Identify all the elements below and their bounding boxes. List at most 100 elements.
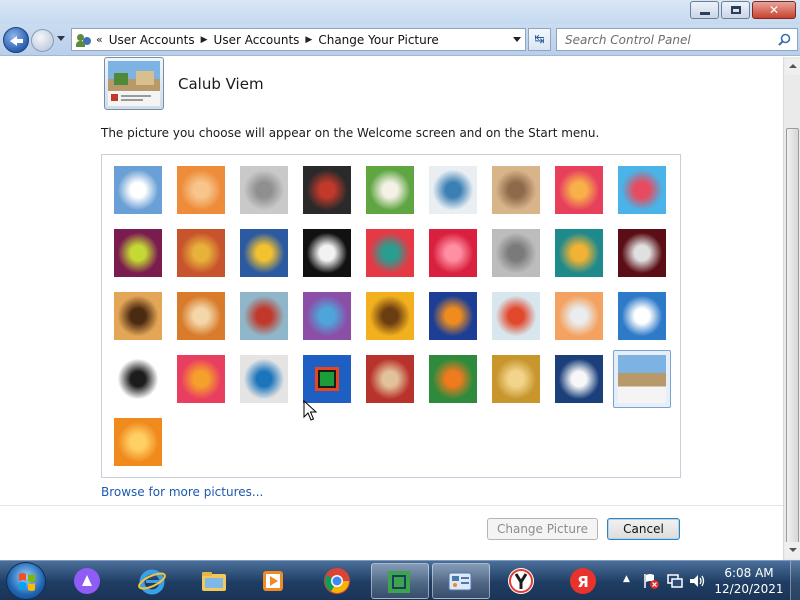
picture-option-butterfly[interactable] [429, 355, 477, 403]
back-button[interactable] [3, 27, 29, 53]
network-icon[interactable] [666, 572, 684, 590]
taskbar-item-alice[interactable] [60, 563, 114, 599]
picture-option-stairs[interactable] [555, 229, 603, 277]
minimize-button[interactable] [690, 1, 719, 19]
picture-option-gerbera[interactable] [114, 418, 162, 466]
scrollbar-thumb[interactable] [786, 128, 799, 544]
internet-explorer-icon [138, 569, 166, 595]
picture-option-hot-air-balloon[interactable] [492, 292, 540, 340]
recent-pages-dropdown-icon[interactable] [57, 36, 65, 41]
start-button[interactable] [6, 562, 46, 600]
yandex-icon: Я [570, 568, 596, 594]
picture-option-dog-border-collie[interactable] [303, 229, 351, 277]
picture-option-fish[interactable] [429, 292, 477, 340]
search-box[interactable] [556, 28, 798, 51]
picture-option-guitar[interactable] [114, 292, 162, 340]
picture-option-sunflower[interactable] [366, 292, 414, 340]
taskbar-item-media-player[interactable] [246, 563, 300, 599]
maximize-button[interactable] [721, 1, 750, 19]
picture-option-lucky-cat[interactable] [366, 166, 414, 214]
taskbar-item-chrome[interactable] [310, 563, 364, 599]
picture-option-doll[interactable] [555, 292, 603, 340]
picture-option-custom-picture[interactable] [618, 355, 666, 403]
folder-icon [202, 572, 226, 591]
address-dropdown-icon[interactable] [513, 37, 521, 42]
chrome-icon [324, 568, 350, 594]
picture-option-sailboat[interactable] [618, 292, 666, 340]
scroll-up-button[interactable] [785, 59, 800, 75]
breadcrumb-chevron-icon[interactable]: ▶ [305, 35, 312, 45]
show-desktop-button[interactable] [790, 561, 800, 600]
taskbar: Я ▲ 6:08 AM 12/20/2021 [0, 560, 800, 600]
user-name: Calub Viem [178, 75, 264, 93]
picture-option-pinwheel[interactable] [618, 166, 666, 214]
picture-grid [101, 154, 681, 478]
picture-option-red-leaf[interactable] [429, 229, 477, 277]
picture-option-toy-robot[interactable] [240, 292, 288, 340]
dialog-footer: Change Picture Cancel [0, 505, 783, 560]
taskbar-item-active-app[interactable] [371, 563, 429, 599]
close-button[interactable]: ✕ [752, 1, 796, 19]
picture-option-woven-pattern[interactable] [366, 355, 414, 403]
address-bar[interactable]: « User Accounts ▶ User Accounts ▶ Change… [71, 28, 526, 51]
picture-option-pomeranian[interactable] [177, 292, 225, 340]
picture-option-green-square[interactable] [303, 355, 351, 403]
taskbar-item-explorer[interactable] [187, 563, 241, 599]
breadcrumb-item-user-accounts-sub[interactable]: User Accounts [214, 33, 300, 47]
refresh-icon: ↹ [534, 32, 545, 46]
search-input[interactable] [565, 32, 770, 47]
picture-option-fabrics[interactable] [177, 229, 225, 277]
navigation-bar: « User Accounts ▶ User Accounts ▶ Change… [0, 24, 800, 56]
breadcrumb-item-change-picture[interactable]: Change Your Picture [318, 33, 438, 47]
user-picture-thumbnail [108, 61, 160, 106]
picture-option-leaf[interactable] [240, 229, 288, 277]
picture-option-scarves[interactable] [303, 292, 351, 340]
picture-option-jacks[interactable] [492, 229, 540, 277]
picture-option-robot-dog[interactable] [240, 166, 288, 214]
cancel-button[interactable]: Cancel [607, 518, 680, 540]
mouse-cursor-icon [303, 400, 317, 421]
search-icon[interactable] [778, 33, 791, 46]
picture-option-stripes[interactable] [177, 355, 225, 403]
taskbar-item-internet-explorer[interactable] [125, 563, 179, 599]
clock-date: 12/20/2021 [714, 582, 784, 596]
picture-option-kitten[interactable] [492, 166, 540, 214]
picture-option-starfish[interactable] [177, 166, 225, 214]
picture-option-ball-stripes[interactable] [114, 229, 162, 277]
action-center-flag-icon[interactable] [642, 572, 660, 590]
picture-option-shell[interactable] [492, 355, 540, 403]
picture-option-gyroscope[interactable] [429, 166, 477, 214]
picture-option-lighthouse[interactable] [555, 355, 603, 403]
minimize-icon [699, 11, 710, 15]
back-arrow-icon [10, 36, 23, 46]
clock-time: 6:08 AM [724, 566, 774, 580]
picture-option-marbles[interactable] [240, 355, 288, 403]
breadcrumb-item-user-accounts[interactable]: User Accounts [109, 33, 195, 47]
taskbar-clock[interactable]: 6:08 AM 12/20/2021 [708, 565, 790, 597]
taskbar-item-yandex-browser[interactable] [494, 563, 548, 599]
picture-option-ferris-wheel[interactable] [114, 166, 162, 214]
picture-option-turntable[interactable] [303, 166, 351, 214]
taskbar-item-control-panel[interactable] [432, 563, 490, 599]
refresh-button[interactable]: ↹ [528, 28, 551, 51]
forward-button[interactable] [31, 29, 54, 52]
picture-option-paper-crane[interactable] [618, 229, 666, 277]
alice-assistant-icon [74, 568, 100, 594]
browse-more-pictures-link[interactable]: Browse for more pictures... [101, 485, 263, 499]
volume-icon[interactable] [688, 572, 706, 590]
windows-logo-icon [19, 573, 35, 591]
media-player-icon [263, 571, 283, 591]
taskbar-item-yandex[interactable]: Я [556, 563, 610, 599]
picture-option-flower-pink[interactable] [555, 166, 603, 214]
window-title-bar: ✕ [0, 0, 800, 24]
picture-option-crayons[interactable] [366, 229, 414, 277]
picture-option-soccer-ball[interactable] [114, 355, 162, 403]
vertical-scrollbar[interactable] [783, 57, 800, 560]
breadcrumb-chevron-icon[interactable]: ▶ [201, 35, 208, 45]
main-content: Calub Viem The picture you choose will a… [0, 57, 783, 505]
show-hidden-icons-button[interactable]: ▲ [623, 574, 630, 584]
breadcrumb-overflow[interactable]: « [96, 33, 103, 46]
change-picture-button[interactable]: Change Picture [487, 518, 598, 540]
green-frame-app-icon [388, 571, 410, 593]
scroll-down-button[interactable] [785, 542, 800, 558]
